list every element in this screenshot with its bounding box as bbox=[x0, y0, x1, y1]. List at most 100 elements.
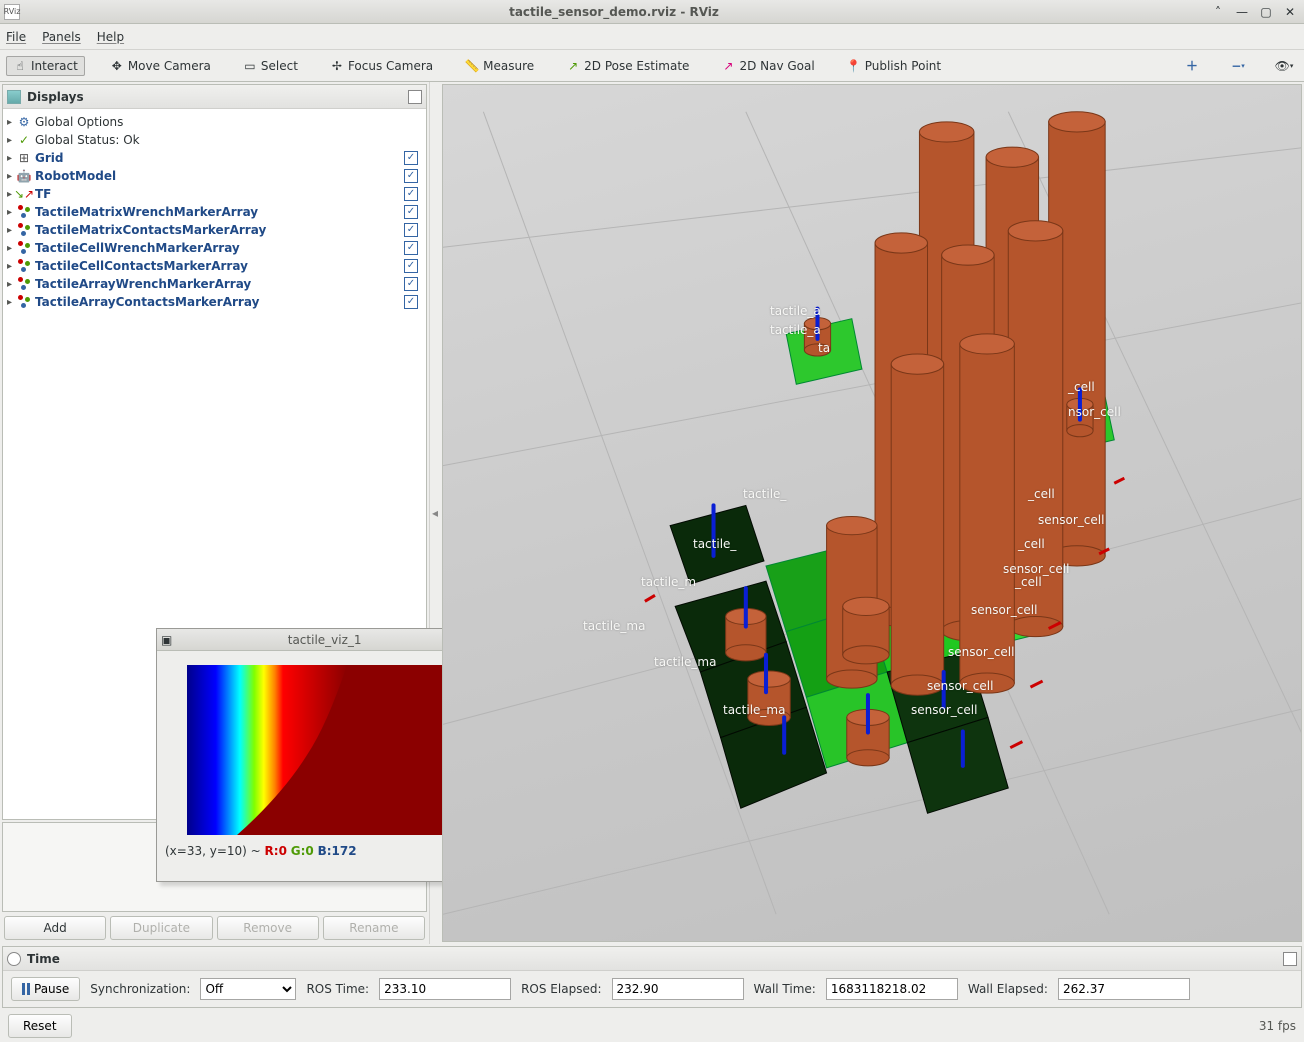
visibility-checkbox[interactable]: ✓ bbox=[404, 259, 418, 273]
sync-label: Synchronization: bbox=[90, 982, 190, 996]
tool-measure-label: Measure bbox=[483, 59, 534, 73]
pin-icon: 📍 bbox=[847, 59, 861, 73]
ros-time-field[interactable] bbox=[379, 978, 511, 1000]
visibility-checkbox[interactable]: ✓ bbox=[404, 169, 418, 183]
3d-viewport[interactable]: tactile_a tactile_a ta nsor_cell _cell t… bbox=[442, 84, 1302, 942]
pause-label: Pause bbox=[34, 982, 69, 996]
displays-panel-header[interactable]: Displays bbox=[3, 85, 426, 109]
frame-label: nsor_cell bbox=[1068, 405, 1121, 419]
frame-label: tactile_ma bbox=[583, 619, 645, 633]
add-button[interactable]: Add bbox=[4, 916, 106, 940]
duplicate-button[interactable]: Duplicate bbox=[110, 916, 212, 940]
tree-row[interactable]: ▸↘↗TF✓ bbox=[5, 185, 424, 203]
tree-row[interactable]: ▸🤖RobotModel✓ bbox=[5, 167, 424, 185]
menu-file[interactable]: File bbox=[6, 30, 26, 44]
tree-row-label: TactileCellWrenchMarkerArray bbox=[35, 241, 404, 255]
time-body: Pause Synchronization: Off ROS Time: ROS… bbox=[3, 971, 1301, 1007]
menubar: File Panels Help bbox=[0, 24, 1304, 50]
tree-row-label: TactileMatrixWrenchMarkerArray bbox=[35, 205, 404, 219]
pause-icon bbox=[22, 983, 30, 995]
time-float-button[interactable] bbox=[1283, 952, 1297, 966]
tool-focus-camera[interactable]: ✢Focus Camera bbox=[323, 56, 440, 76]
reset-button[interactable]: Reset bbox=[8, 1014, 72, 1038]
tree-row[interactable]: ▸ TactileArrayWrenchMarkerArray✓ bbox=[5, 275, 424, 293]
expand-arrow-icon[interactable]: ▸ bbox=[7, 261, 17, 272]
arrow-green-icon: ↗ bbox=[566, 59, 580, 73]
visibility-checkbox[interactable]: ✓ bbox=[404, 295, 418, 309]
tree-row[interactable]: ▸ TactileCellWrenchMarkerArray✓ bbox=[5, 239, 424, 257]
tool-nav-goal-label: 2D Nav Goal bbox=[739, 59, 814, 73]
tree-row-label: Global Status: Ok bbox=[35, 133, 424, 147]
panel-float-button[interactable] bbox=[408, 90, 422, 104]
tree-row[interactable]: ▸TactileCellContactsMarkerArray✓ bbox=[5, 257, 424, 275]
frame-label: sensor_cell bbox=[1003, 562, 1069, 576]
tree-row[interactable]: ▸⚙Global Options bbox=[5, 113, 424, 131]
wall-time-field[interactable] bbox=[826, 978, 958, 1000]
tree-row-label: TactileMatrixContactsMarkerArray bbox=[35, 223, 404, 237]
expand-arrow-icon[interactable]: ▸ bbox=[7, 225, 17, 236]
tree-row[interactable]: ▸ TactileArrayContactsMarkerArray✓ bbox=[5, 293, 424, 311]
tool-pose-estimate[interactable]: ↗2D Pose Estimate bbox=[559, 56, 696, 76]
tree-row[interactable]: ▸⊞Grid✓ bbox=[5, 149, 424, 167]
tool-publish-point[interactable]: 📍 Publish Point bbox=[840, 56, 948, 76]
focus-icon: ✢ bbox=[330, 59, 344, 73]
viewport-svg bbox=[443, 85, 1301, 941]
rollup-button[interactable]: ˄ bbox=[1208, 5, 1228, 19]
wall-elapsed-field[interactable] bbox=[1058, 978, 1190, 1000]
tool-nav-goal[interactable]: ↗2D Nav Goal bbox=[714, 56, 821, 76]
ros-elapsed-field[interactable] bbox=[612, 978, 744, 1000]
tool-select-label: Select bbox=[261, 59, 298, 73]
wall-elapsed-label: Wall Elapsed: bbox=[968, 982, 1048, 996]
close-button[interactable]: ✕ bbox=[1280, 5, 1300, 19]
tool-select[interactable]: ▭Select bbox=[236, 56, 305, 76]
expand-arrow-icon[interactable]: ▸ bbox=[7, 207, 17, 218]
tool-interact[interactable]: ☝Interact bbox=[6, 56, 85, 76]
expand-arrow-icon[interactable]: ▸ bbox=[7, 297, 17, 308]
visibility-checkbox[interactable]: ✓ bbox=[404, 151, 418, 165]
frame-label: _cell bbox=[1018, 537, 1045, 551]
tool-minus[interactable]: −▾ bbox=[1224, 56, 1252, 76]
tool-plus[interactable]: ＋ bbox=[1178, 56, 1206, 76]
tool-move-camera[interactable]: ✥Move Camera bbox=[103, 56, 218, 76]
tree-row[interactable]: ▸ TactileMatrixWrenchMarkerArray✓ bbox=[5, 203, 424, 221]
frame-label: sensor_cell bbox=[971, 603, 1037, 617]
pause-button[interactable]: Pause bbox=[11, 977, 80, 1001]
remove-button[interactable]: Remove bbox=[217, 916, 319, 940]
tree-row[interactable]: ▸✓Global Status: Ok bbox=[5, 131, 424, 149]
tree-row-label: TactileArrayWrenchMarkerArray bbox=[35, 277, 404, 291]
visibility-checkbox[interactable]: ✓ bbox=[404, 205, 418, 219]
fps-label: 31 fps bbox=[1259, 1019, 1296, 1033]
time-panel-header[interactable]: Time bbox=[3, 947, 1301, 971]
expand-arrow-icon[interactable]: ▸ bbox=[7, 135, 17, 146]
displays-title: Displays bbox=[27, 90, 84, 104]
minimize-button[interactable]: — bbox=[1232, 5, 1252, 19]
frame-label: sensor_cell bbox=[948, 645, 1014, 659]
frame-label: _cell bbox=[1068, 380, 1095, 394]
tool-measure[interactable]: 📏Measure bbox=[458, 56, 541, 76]
tool-publish-point-label: Publish Point bbox=[865, 59, 941, 73]
tool-views[interactable]: 👁▾ bbox=[1270, 56, 1298, 76]
frame-label: sensor_cell bbox=[1038, 513, 1104, 527]
expand-arrow-icon[interactable]: ▸ bbox=[7, 117, 17, 128]
expand-arrow-icon[interactable]: ▸ bbox=[7, 153, 17, 164]
sync-select[interactable]: Off bbox=[200, 978, 296, 1000]
visibility-checkbox[interactable]: ✓ bbox=[404, 277, 418, 291]
menu-help[interactable]: Help bbox=[97, 30, 124, 44]
visibility-checkbox[interactable]: ✓ bbox=[404, 187, 418, 201]
frame-label: tactile_m bbox=[641, 575, 696, 589]
time-title: Time bbox=[27, 952, 60, 966]
menu-panels[interactable]: Panels bbox=[42, 30, 81, 44]
visibility-checkbox[interactable]: ✓ bbox=[404, 241, 418, 255]
expand-arrow-icon[interactable]: ▸ bbox=[7, 171, 17, 182]
tree-row-label: TactileArrayContactsMarkerArray bbox=[35, 295, 404, 309]
tree-row[interactable]: ▸ TactileMatrixContactsMarkerArray✓ bbox=[5, 221, 424, 239]
expand-arrow-icon[interactable]: ▸ bbox=[7, 243, 17, 254]
maximize-button[interactable]: ▢ bbox=[1256, 5, 1276, 19]
rename-button[interactable]: Rename bbox=[323, 916, 425, 940]
move-icon: ✥ bbox=[110, 59, 124, 73]
visibility-checkbox[interactable]: ✓ bbox=[404, 223, 418, 237]
toolbar: ☝Interact ✥Move Camera ▭Select ✢Focus Ca… bbox=[0, 50, 1304, 82]
tactile-viz-title: tactile_viz_1 bbox=[172, 633, 477, 647]
frame-label: ta bbox=[818, 341, 830, 355]
expand-arrow-icon[interactable]: ▸ bbox=[7, 279, 17, 290]
